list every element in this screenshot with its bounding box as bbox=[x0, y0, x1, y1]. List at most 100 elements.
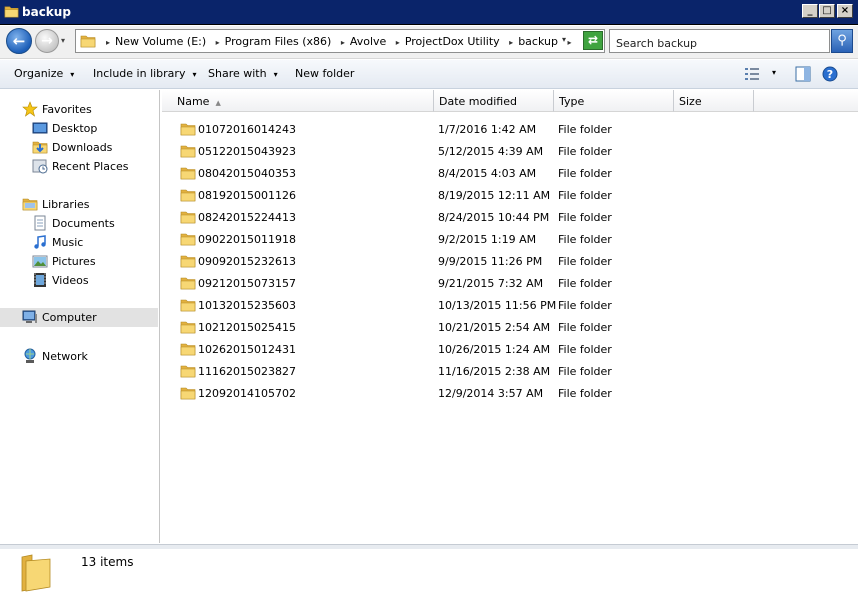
share-with-button[interactable]: Share with ▾ bbox=[208, 67, 278, 80]
nav-recent-places[interactable]: Recent Places bbox=[0, 157, 158, 175]
address-bar[interactable]: ▸ New Volume (E:) ▸ Program Files (x86) ▸ A… bbox=[75, 29, 605, 53]
table-row[interactable]: 08242015224413 8/24/2015 10:44 PM File fol… bbox=[178, 207, 612, 229]
forward-button[interactable]: → bbox=[35, 29, 59, 53]
folder-icon bbox=[80, 33, 96, 49]
breadcrumb-item[interactable]: Program Files (x86) bbox=[225, 35, 332, 48]
include-in-library-button[interactable]: Include in library ▾ bbox=[93, 67, 196, 80]
address-history-dropdown[interactable]: ▾ bbox=[562, 35, 566, 44]
item-count: 13 items bbox=[81, 555, 134, 569]
column-header-size[interactable]: Size bbox=[674, 90, 754, 112]
view-list-icon[interactable] bbox=[744, 66, 760, 82]
file-type: File folder bbox=[558, 145, 612, 158]
nav-favorites[interactable]: Favorites bbox=[0, 100, 158, 118]
file-type: File folder bbox=[558, 321, 612, 334]
table-row[interactable]: 10132015235603 10/13/2015 11:56 PM File fo… bbox=[178, 295, 612, 317]
minimize-button[interactable]: _ bbox=[802, 4, 818, 18]
help-icon[interactable]: ? bbox=[822, 66, 838, 82]
file-date: 12/9/2014 3:57 AM bbox=[438, 387, 544, 400]
table-row[interactable]: 12092014105702 12/9/2014 3:57 AM File fold… bbox=[178, 383, 612, 405]
breadcrumb-arrow[interactable]: ▸ bbox=[396, 38, 400, 47]
nav-downloads-label: Downloads bbox=[52, 141, 113, 154]
nav-computer-label: Computer bbox=[42, 311, 97, 324]
file-date: 9/2/2015 1:19 AM bbox=[438, 233, 537, 246]
breadcrumb-arrow[interactable]: ▸ bbox=[567, 38, 571, 47]
nav-documents[interactable]: Documents bbox=[0, 214, 158, 232]
file-date: 5/12/2015 4:39 AM bbox=[438, 145, 544, 158]
column-header-filler bbox=[754, 90, 858, 112]
nav-libraries[interactable]: Libraries bbox=[0, 195, 158, 213]
column-header-size-label: Size bbox=[679, 95, 702, 108]
file-name: 09212015073157 bbox=[198, 277, 296, 290]
file-type: File folder bbox=[558, 277, 612, 290]
table-row[interactable]: 05122015043923 5/12/2015 4:39 AM File fold… bbox=[178, 141, 612, 163]
column-header-type-label: Type bbox=[559, 95, 585, 108]
view-options-dropdown[interactable]: ▾ bbox=[772, 68, 776, 77]
breadcrumb-item[interactable]: Avolve bbox=[350, 35, 386, 48]
file-name: 08192015001126 bbox=[198, 189, 296, 202]
file-date: 11/16/2015 2:38 AM bbox=[438, 365, 551, 378]
back-button[interactable]: ← bbox=[6, 28, 32, 54]
computer-icon bbox=[22, 310, 37, 323]
navigation-bar: ← → ▾ ▸ New Volume (E:) ▸ Program Files (x… bbox=[0, 26, 858, 59]
nav-desktop-label: Desktop bbox=[52, 122, 98, 135]
table-row[interactable]: 10212015025415 10/21/2015 2:54 AM File fol… bbox=[178, 317, 612, 339]
folder-icon bbox=[4, 4, 19, 19]
file-date: 9/21/2015 7:32 AM bbox=[438, 277, 544, 290]
table-row[interactable]: 08042015040353 8/4/2015 4:03 AM File folde… bbox=[178, 163, 612, 185]
chevron-down-icon: ▾ bbox=[273, 70, 278, 79]
breadcrumb-arrow[interactable]: ▸ bbox=[341, 38, 345, 47]
new-folder-button[interactable]: New folder bbox=[295, 67, 354, 80]
nav-downloads[interactable]: Downloads bbox=[0, 138, 158, 156]
network-icon bbox=[24, 348, 36, 363]
file-date: 8/4/2015 4:03 AM bbox=[438, 167, 537, 180]
table-row[interactable]: 10262015012431 10/26/2015 1:24 AM File fol… bbox=[178, 339, 612, 361]
file-type: File folder bbox=[558, 299, 612, 312]
folder-icon bbox=[180, 187, 196, 203]
nav-network-label: Network bbox=[42, 350, 88, 363]
refresh-button[interactable]: ⇄ bbox=[583, 31, 603, 50]
organize-button[interactable]: Organize ▾ bbox=[14, 67, 74, 80]
column-header-date-modified[interactable]: Date modified bbox=[434, 90, 554, 112]
close-button[interactable]: × bbox=[837, 4, 853, 18]
table-row[interactable]: 09212015073157 9/21/2015 7:32 AM File fold… bbox=[178, 273, 612, 295]
column-header-name-label: Name bbox=[177, 95, 210, 108]
nav-videos[interactable]: Videos bbox=[0, 271, 158, 289]
nav-network[interactable]: Network bbox=[0, 347, 158, 365]
file-date: 9/9/2015 11:26 PM bbox=[438, 255, 543, 268]
star-icon bbox=[22, 101, 38, 117]
breadcrumb-item[interactable]: ProjectDox Utility bbox=[405, 35, 500, 48]
nav-libraries-label: Libraries bbox=[42, 198, 90, 211]
table-row[interactable]: 01072016014243 1/7/2016 1:42 AM File folde… bbox=[178, 119, 612, 141]
breadcrumb-arrow[interactable]: ▸ bbox=[106, 38, 110, 47]
nav-computer[interactable]: Computer bbox=[0, 308, 158, 327]
breadcrumb-item[interactable]: New Volume (E:) bbox=[115, 35, 206, 48]
file-name: 01072016014243 bbox=[198, 123, 296, 136]
search-button[interactable]: ⚲ bbox=[831, 29, 853, 53]
recent-pages-dropdown[interactable]: ▾ bbox=[61, 36, 65, 45]
search-input[interactable] bbox=[609, 29, 830, 53]
search-icon: ⚲ bbox=[837, 33, 847, 48]
nav-desktop[interactable]: Desktop bbox=[0, 119, 158, 137]
table-row[interactable]: 09022015011918 9/2/2015 1:19 AM File folde… bbox=[178, 229, 612, 251]
nav-videos-label: Videos bbox=[52, 274, 89, 287]
column-header-type[interactable]: Type bbox=[554, 90, 674, 112]
table-row[interactable]: 11162015023827 11/16/2015 2:38 AM File fol… bbox=[178, 361, 612, 383]
new-folder-label: New folder bbox=[295, 67, 355, 80]
breadcrumb-arrow[interactable]: ▸ bbox=[216, 38, 220, 47]
navigation-pane: Favorites Desktop Downloads Recent Place… bbox=[0, 90, 160, 543]
column-header-name[interactable]: Name ▲ bbox=[162, 90, 434, 112]
breadcrumb-arrow[interactable]: ▸ bbox=[509, 38, 513, 47]
table-row[interactable]: 08192015001126 8/19/2015 12:11 AM File fol… bbox=[178, 185, 612, 207]
folder-icon bbox=[180, 385, 196, 401]
folder-icon bbox=[180, 209, 196, 225]
nav-pictures[interactable]: Pictures bbox=[0, 252, 158, 270]
breadcrumb-item[interactable]: backup bbox=[518, 35, 558, 48]
details-pane-divider[interactable] bbox=[0, 545, 858, 549]
folder-icon bbox=[180, 319, 196, 335]
nav-music[interactable]: Music bbox=[0, 233, 158, 251]
table-row[interactable]: 09092015232613 9/9/2015 11:26 PM File fold… bbox=[178, 251, 612, 273]
arrow-left-icon: ← bbox=[12, 32, 26, 50]
preview-pane-icon[interactable] bbox=[795, 66, 811, 82]
maximize-button[interactable]: □ bbox=[819, 4, 835, 18]
documents-icon bbox=[34, 215, 46, 231]
